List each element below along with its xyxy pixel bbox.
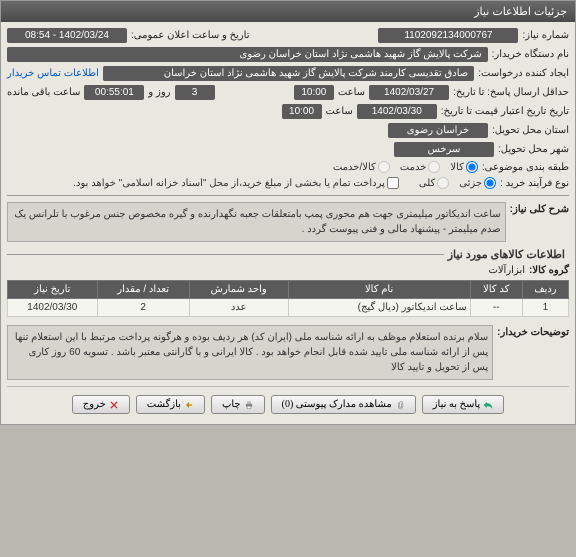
- window-titlebar: جزئیات اطلاعات نیاز: [1, 1, 575, 22]
- category-goods[interactable]: کالا: [450, 161, 478, 173]
- radio-partial-label: جزئی: [459, 178, 482, 189]
- section-items-title: اطلاعات کالاهای مورد نیاز: [444, 248, 569, 261]
- radio-partial[interactable]: [484, 177, 496, 189]
- creator-label: ایجاد کننده درخواست:: [478, 68, 569, 79]
- reply-icon: [483, 400, 493, 410]
- validity-time-label: ساعت: [326, 106, 353, 117]
- city-label: شهر محل تحویل:: [498, 144, 569, 155]
- section-items-header: اطلاعات کالاهای مورد نیاز: [7, 248, 569, 261]
- buy-type-label: نوع فرآیند خرید :: [500, 178, 569, 189]
- print-icon: [244, 400, 254, 410]
- payment-checkbox[interactable]: [387, 177, 399, 189]
- th-name: نام کالا: [288, 281, 470, 299]
- validity-label: تاریخ تاریخ اعتبار قیمت تا تاریخ:: [441, 106, 569, 117]
- category-label: طبقه بندی موضوعی:: [482, 162, 569, 173]
- deadline-time: 10:00: [294, 85, 334, 100]
- table-header-row: ردیف کد کالا نام کالا واحد شمارش تعداد /…: [8, 281, 569, 299]
- back-button[interactable]: بازگشت: [136, 395, 205, 414]
- remain-time: 00:55:01: [84, 85, 144, 100]
- buyer-notes: سلام برنده استعلام موظف به ارائه شناسه م…: [7, 325, 493, 380]
- validity-time: 10:00: [282, 104, 322, 119]
- radio-service[interactable]: [428, 161, 440, 173]
- validity-date: 1402/03/30: [357, 104, 437, 119]
- items-table: ردیف کد کالا نام کالا واحد شمارش تعداد /…: [7, 280, 569, 317]
- buy-type-radio-group: جزئی کلی: [419, 177, 496, 189]
- th-qty: تعداد / مقدار: [97, 281, 189, 299]
- day-label: روز و: [148, 87, 170, 98]
- days-value: 3: [175, 85, 215, 100]
- attachments-button[interactable]: مشاهده مدارک پیوستی (0): [271, 395, 416, 414]
- city-value: سرخس: [394, 142, 494, 157]
- radio-goods-label: کالا: [450, 162, 464, 173]
- remain-label: ساعت باقی مانده: [7, 87, 80, 98]
- print-label: چاپ: [222, 399, 241, 410]
- announce-value: 1402/03/24 - 08:54: [7, 28, 127, 43]
- need-number-label: شماره نیاز:: [522, 30, 569, 41]
- need-description: ساعت اندیکاتور میلیمتری جهت هم محوری پمپ…: [7, 202, 506, 242]
- need-desc-label: شرح کلی نیاز:: [510, 200, 569, 215]
- items-table-wrap: ردیف کد کالا نام کالا واحد شمارش تعداد /…: [7, 280, 569, 317]
- province-value: خراسان رضوی: [388, 123, 488, 138]
- deadline-date: 1402/03/27: [369, 85, 449, 100]
- cell-unit: عدد: [189, 299, 288, 317]
- radio-gs-label: کالا/خدمت: [333, 162, 376, 173]
- buy-type-bulk[interactable]: کلی: [419, 177, 449, 189]
- cell-qty: 2: [97, 299, 189, 317]
- cell-row: 1: [522, 299, 568, 317]
- group-label: گروه کالا:: [529, 265, 569, 276]
- respond-button[interactable]: پاسخ به نیاز: [422, 395, 505, 414]
- payment-checkbox-item[interactable]: پرداخت تمام یا بخشی از مبلغ خرید،از محل …: [73, 177, 399, 189]
- back-icon: [184, 400, 194, 410]
- th-unit: واحد شمارش: [189, 281, 288, 299]
- cell-code: --: [470, 299, 522, 317]
- radio-goods[interactable]: [466, 161, 478, 173]
- th-date: تاریخ نیاز: [8, 281, 98, 299]
- group-value: ابزارآلات: [488, 265, 525, 276]
- th-row: ردیف: [522, 281, 568, 299]
- section-header-line1: [7, 195, 569, 196]
- exit-label: خروج: [83, 399, 106, 410]
- deadline-label: حداقل ارسال پاسخ: تا تاریخ:: [453, 87, 569, 98]
- attachment-icon: [395, 400, 405, 410]
- payment-note: پرداخت تمام یا بخشی از مبلغ خرید،از محل …: [73, 178, 385, 189]
- category-goods-service[interactable]: کالا/خدمت: [333, 161, 390, 173]
- contact-link[interactable]: اطلاعات تماس خریدار: [7, 68, 99, 79]
- table-row[interactable]: 1 -- ساعت اندیکاتور (دیال گیج) عدد 2 140…: [8, 299, 569, 317]
- respond-label: پاسخ به نیاز: [433, 399, 481, 410]
- category-service[interactable]: خدمت: [400, 161, 441, 173]
- window-title: جزئیات اطلاعات نیاز: [474, 6, 567, 18]
- category-radio-group: کالا خدمت کالا/خدمت: [333, 161, 478, 173]
- window-content: شماره نیاز: 1102092134000767 تاریخ و ساع…: [1, 22, 575, 424]
- radio-service-label: خدمت: [400, 162, 427, 173]
- announce-label: تاریخ و ساعت اعلان عمومی:: [131, 30, 250, 41]
- exit-button[interactable]: خروج: [72, 395, 130, 414]
- cell-date: 1402/03/30: [8, 299, 98, 317]
- exit-icon: [109, 400, 119, 410]
- back-label: بازگشت: [147, 399, 181, 410]
- radio-bulk[interactable]: [437, 177, 449, 189]
- button-bar: پاسخ به نیاز مشاهده مدارک پیوستی (0) چاپ…: [7, 386, 569, 418]
- cell-name: ساعت اندیکاتور (دیال گیج): [288, 299, 470, 317]
- print-button[interactable]: چاپ: [211, 395, 265, 414]
- buyer-label: نام دستگاه خریدار:: [492, 49, 569, 60]
- radio-bulk-label: کلی: [419, 178, 435, 189]
- province-label: استان محل تحویل:: [492, 125, 569, 136]
- need-number-value: 1102092134000767: [378, 28, 518, 43]
- buy-type-partial[interactable]: جزئی: [459, 177, 496, 189]
- deadline-time-label: ساعت: [338, 87, 365, 98]
- need-details-window: جزئیات اطلاعات نیاز شماره نیاز: 11020921…: [0, 0, 576, 425]
- creator-value: صادق تقدیسی کارمند شرکت پالایش گاز شهید …: [103, 66, 474, 81]
- radio-goods-service[interactable]: [378, 161, 390, 173]
- buyer-notes-label: توضیحات خریدار:: [497, 323, 569, 338]
- buyer-value: شرکت پالایش گاز شهید هاشمی نژاد استان خر…: [7, 47, 488, 62]
- th-code: کد کالا: [470, 281, 522, 299]
- attachments-label: مشاهده مدارک پیوستی (0): [282, 399, 392, 410]
